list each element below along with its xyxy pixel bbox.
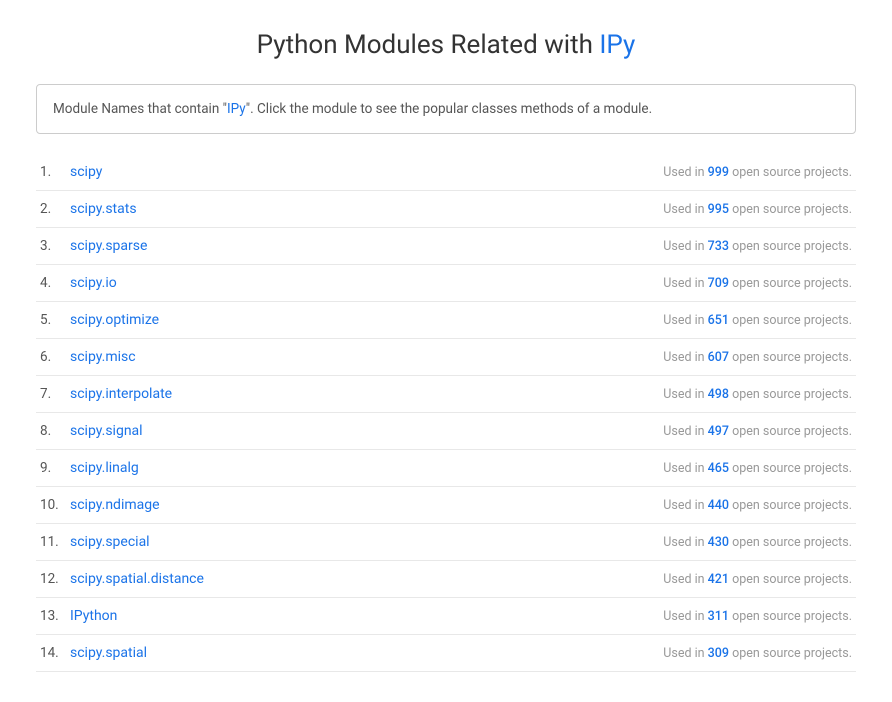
module-number: 4. [40, 275, 70, 291]
usage-count: 709 [708, 276, 729, 291]
module-left: 10. scipy.ndimage [40, 497, 160, 513]
module-usage: Used in 651 open source projects. [663, 313, 852, 328]
module-link[interactable]: scipy.spatial [70, 645, 147, 661]
module-item: 8. scipy.signal Used in 497 open source … [36, 413, 856, 450]
module-number: 5. [40, 312, 70, 328]
page-wrapper: Python Modules Related with IPy Module N… [16, 0, 876, 702]
module-list: 1. scipy Used in 999 open source project… [36, 154, 856, 672]
module-usage: Used in 607 open source projects. [663, 350, 852, 365]
module-item: 12. scipy.spatial.distance Used in 421 o… [36, 561, 856, 598]
module-left: 12. scipy.spatial.distance [40, 571, 204, 587]
module-item: 5. scipy.optimize Used in 651 open sourc… [36, 302, 856, 339]
module-link[interactable]: IPython [70, 608, 117, 624]
module-left: 11. scipy.special [40, 534, 150, 550]
module-item: 9. scipy.linalg Used in 465 open source … [36, 450, 856, 487]
module-left: 6. scipy.misc [40, 349, 136, 365]
module-usage: Used in 709 open source projects. [663, 276, 852, 291]
usage-count: 465 [708, 461, 729, 476]
module-number: 9. [40, 460, 70, 476]
module-usage: Used in 440 open source projects. [663, 498, 852, 513]
module-item: 3. scipy.sparse Used in 733 open source … [36, 228, 856, 265]
module-usage: Used in 465 open source projects. [663, 461, 852, 476]
module-usage: Used in 733 open source projects. [663, 239, 852, 254]
module-usage: Used in 430 open source projects. [663, 535, 852, 550]
module-link[interactable]: scipy.linalg [70, 460, 139, 476]
usage-count: 995 [708, 202, 729, 217]
module-item: 14. scipy.spatial Used in 309 open sourc… [36, 635, 856, 672]
module-left: 1. scipy [40, 164, 102, 180]
usage-count: 999 [708, 165, 729, 180]
module-item: 4. scipy.io Used in 709 open source proj… [36, 265, 856, 302]
module-left: 9. scipy.linalg [40, 460, 139, 476]
module-number: 12. [40, 571, 70, 587]
module-left: 7. scipy.interpolate [40, 386, 172, 402]
module-link[interactable]: scipy.special [70, 534, 150, 550]
usage-count: 498 [708, 387, 729, 402]
usage-count: 733 [708, 239, 729, 254]
usage-count: 651 [708, 313, 729, 328]
module-item: 2. scipy.stats Used in 995 open source p… [36, 191, 856, 228]
module-link[interactable]: scipy.misc [70, 349, 136, 365]
module-number: 14. [40, 645, 70, 661]
info-box: Module Names that contain "IPy". Click t… [36, 84, 856, 134]
module-link[interactable]: scipy [70, 164, 102, 180]
usage-count: 421 [708, 572, 729, 587]
module-usage: Used in 498 open source projects. [663, 387, 852, 402]
usage-count: 440 [708, 498, 729, 513]
module-usage: Used in 309 open source projects. [663, 646, 852, 661]
module-usage: Used in 995 open source projects. [663, 202, 852, 217]
module-number: 3. [40, 238, 70, 254]
module-number: 2. [40, 201, 70, 217]
module-item: 6. scipy.misc Used in 607 open source pr… [36, 339, 856, 376]
module-link[interactable]: scipy.optimize [70, 312, 159, 328]
usage-count: 311 [708, 609, 729, 624]
module-left: 14. scipy.spatial [40, 645, 147, 661]
module-number: 10. [40, 497, 70, 513]
module-left: 2. scipy.stats [40, 201, 137, 217]
module-number: 7. [40, 386, 70, 402]
module-left: 13. IPython [40, 608, 117, 624]
module-left: 3. scipy.sparse [40, 238, 147, 254]
module-link[interactable]: scipy.io [70, 275, 117, 291]
module-number: 6. [40, 349, 70, 365]
module-number: 1. [40, 164, 70, 180]
module-usage: Used in 311 open source projects. [663, 609, 852, 624]
module-link[interactable]: scipy.signal [70, 423, 143, 439]
module-usage: Used in 497 open source projects. [663, 424, 852, 439]
module-number: 8. [40, 423, 70, 439]
page-title: Python Modules Related with IPy [36, 30, 856, 60]
module-left: 5. scipy.optimize [40, 312, 159, 328]
module-usage: Used in 421 open source projects. [663, 572, 852, 587]
module-number: 11. [40, 534, 70, 550]
module-link[interactable]: scipy.ndimage [70, 497, 160, 513]
module-item: 11. scipy.special Used in 430 open sourc… [36, 524, 856, 561]
usage-count: 430 [708, 535, 729, 550]
module-link[interactable]: scipy.stats [70, 201, 137, 217]
module-link[interactable]: scipy.interpolate [70, 386, 172, 402]
module-usage: Used in 999 open source projects. [663, 165, 852, 180]
module-item: 7. scipy.interpolate Used in 498 open so… [36, 376, 856, 413]
usage-count: 497 [708, 424, 729, 439]
module-link[interactable]: scipy.sparse [70, 238, 147, 254]
usage-count: 607 [708, 350, 729, 365]
module-item: 10. scipy.ndimage Used in 440 open sourc… [36, 487, 856, 524]
module-left: 8. scipy.signal [40, 423, 143, 439]
module-left: 4. scipy.io [40, 275, 117, 291]
module-number: 13. [40, 608, 70, 624]
module-item: 1. scipy Used in 999 open source project… [36, 154, 856, 191]
usage-count: 309 [708, 646, 729, 661]
ipy-link[interactable]: IPy [227, 101, 246, 117]
module-link[interactable]: scipy.spatial.distance [70, 571, 204, 587]
module-item: 13. IPython Used in 311 open source proj… [36, 598, 856, 635]
